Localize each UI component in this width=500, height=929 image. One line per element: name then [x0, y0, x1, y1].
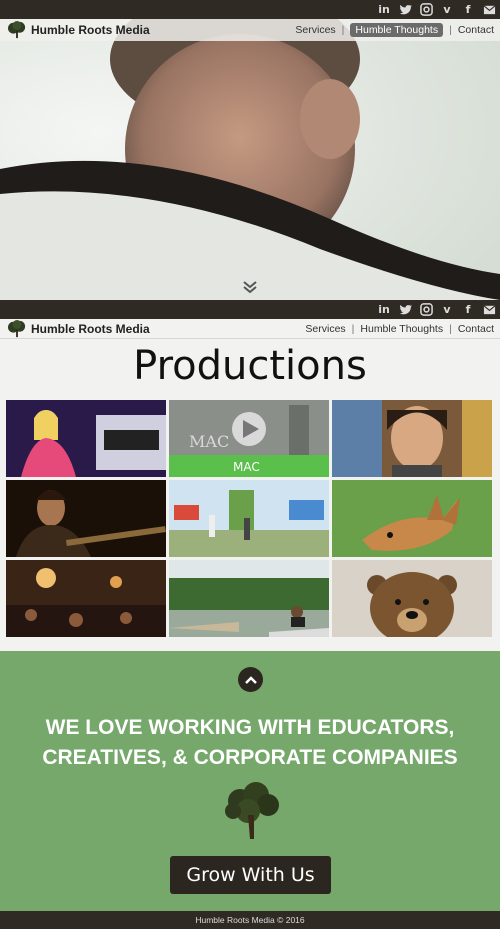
nav-contact[interactable]: Contact [458, 323, 494, 335]
nav-separator: | [341, 24, 345, 36]
svg-text:MAC: MAC [189, 432, 229, 451]
nav-services[interactable]: Services [305, 323, 345, 335]
nav-humble-thoughts[interactable]: Humble Thoughts [360, 323, 443, 335]
nav-contact[interactable]: Contact [458, 24, 494, 36]
footer-copyright: Humble Roots Media © 2016 [195, 915, 305, 925]
tree-logo-icon [8, 319, 26, 337]
cta-section: WE LOVE WORKING WITH EDUCATORS, CREATIVE… [0, 651, 500, 911]
grow-with-us-button[interactable]: Grow With Us [170, 856, 331, 894]
social-bar: in v f [0, 300, 500, 319]
vimeo-icon[interactable]: v [440, 303, 454, 316]
hero-navbar: Humble Roots Media Services | Humble Tho… [0, 19, 500, 41]
linkedin-icon[interactable]: in [377, 303, 391, 316]
brand-logo[interactable]: Humble Roots Media [6, 319, 150, 338]
production-tile-guitarist[interactable] [6, 480, 166, 557]
facebook-icon[interactable]: f [461, 303, 475, 316]
scroll-down-icon[interactable] [242, 280, 258, 294]
tree-icon [225, 782, 279, 839]
facebook-icon[interactable]: f [461, 3, 475, 16]
cta-tagline-line1: WE LOVE WORKING WITH EDUCATORS, [45, 716, 455, 739]
nav-separator: | [351, 322, 355, 335]
svg-text:MAC: MAC [233, 460, 260, 474]
chevron-up-icon [244, 675, 257, 684]
nav-humble-thoughts[interactable]: Humble Thoughts [350, 23, 444, 37]
hero-video: Humble Roots Media Services | Humble Tho… [0, 19, 500, 300]
mail-icon[interactable] [482, 303, 496, 316]
production-tile-canoe[interactable] [169, 560, 329, 637]
nav-separator: | [449, 322, 452, 335]
mail-icon[interactable] [482, 3, 496, 16]
main-navbar: Humble Roots Media Services | Humble Tho… [0, 319, 500, 339]
cta-tagline-line2: CREATIVES, & CORPORATE COMPANIES [42, 746, 458, 769]
brand-name: Humble Roots Media [31, 23, 150, 37]
cta-tagline: WE LOVE WORKING WITH EDUCATORS, CREATIVE… [0, 713, 500, 773]
brand-logo[interactable]: Humble Roots Media [6, 21, 150, 39]
production-tile-singer[interactable] [6, 400, 166, 477]
productions-title: Productions [133, 343, 367, 389]
productions-grid: MAC MAC [6, 400, 492, 637]
production-tile-mac[interactable]: MAC MAC [169, 400, 329, 477]
instagram-icon[interactable] [419, 3, 433, 16]
vimeo-icon[interactable]: v [440, 3, 454, 16]
nav-services[interactable]: Services [295, 24, 335, 36]
scroll-up-button[interactable] [238, 667, 263, 692]
production-tile-bear[interactable] [332, 560, 492, 637]
hero-image [0, 19, 500, 300]
brand-name: Humble Roots Media [31, 321, 150, 336]
social-bar-top: in v f [0, 0, 500, 19]
production-tile-fox[interactable] [332, 480, 492, 557]
production-tile-smiling-woman[interactable] [332, 400, 492, 477]
footer: Humble Roots Media © 2016 [0, 911, 500, 929]
production-tile-playground[interactable] [169, 480, 329, 557]
twitter-icon[interactable] [398, 3, 412, 16]
nav-separator: | [449, 24, 452, 36]
tree-logo-icon [8, 21, 26, 39]
instagram-icon[interactable] [419, 303, 433, 316]
twitter-icon[interactable] [398, 303, 412, 316]
linkedin-icon[interactable]: in [377, 3, 391, 16]
production-tile-restaurant[interactable] [6, 560, 166, 637]
